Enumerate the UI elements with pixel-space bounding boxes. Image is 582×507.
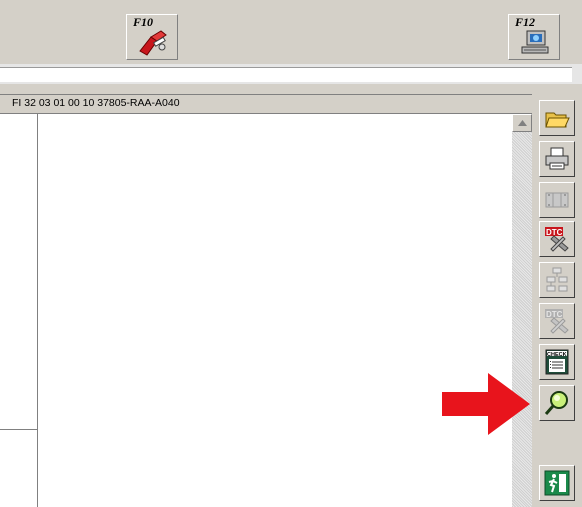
svg-text:CHECK: CHECK (547, 352, 567, 358)
function-key-bar: F10 F12 (0, 0, 582, 64)
f12-button[interactable]: F12 (508, 14, 560, 60)
open-folder-icon (545, 112, 570, 128)
exit-icon (544, 470, 570, 496)
dtc-secondary-button[interactable]: DTC (539, 303, 575, 339)
dtc-button[interactable]: DTC (539, 221, 575, 257)
document-id: FI 32 03 01 00 10 37805-RAA-A040 (12, 97, 180, 109)
printer-icon (545, 147, 569, 170)
wrench-toolkit-icon (139, 30, 167, 56)
print-button[interactable] (539, 141, 575, 177)
left-tree-pane[interactable] (0, 114, 38, 507)
checklist-icon: CHECK (545, 349, 569, 375)
vertical-scrollbar[interactable] (512, 114, 532, 507)
document-view[interactable] (38, 114, 512, 507)
flowchart-icon (546, 267, 568, 292)
exit-button[interactable] (539, 465, 575, 501)
separator (0, 84, 582, 94)
path-field[interactable] (0, 67, 572, 82)
divider (0, 429, 37, 430)
dtc-tools-icon: DTC (545, 227, 569, 252)
document-header: FI 32 03 01 00 10 37805-RAA-A040 (0, 94, 532, 114)
search-button[interactable] (539, 385, 575, 421)
film-strip-icon (545, 192, 569, 208)
computer-network-icon (521, 30, 549, 54)
flowchart-button[interactable] (539, 262, 575, 298)
magnifier-icon (544, 391, 568, 415)
dtc-disabled-icon: DTC (545, 309, 569, 334)
film-button[interactable] (539, 182, 575, 218)
side-toolbar: DTC DTC CHECK (532, 94, 582, 507)
up-arrow-icon (518, 120, 527, 126)
f10-button[interactable]: F10 (126, 14, 178, 60)
open-button[interactable] (539, 100, 575, 136)
scroll-up-button[interactable] (512, 114, 532, 132)
red-arrow-icon (442, 373, 530, 435)
check-button[interactable]: CHECK (539, 344, 575, 380)
